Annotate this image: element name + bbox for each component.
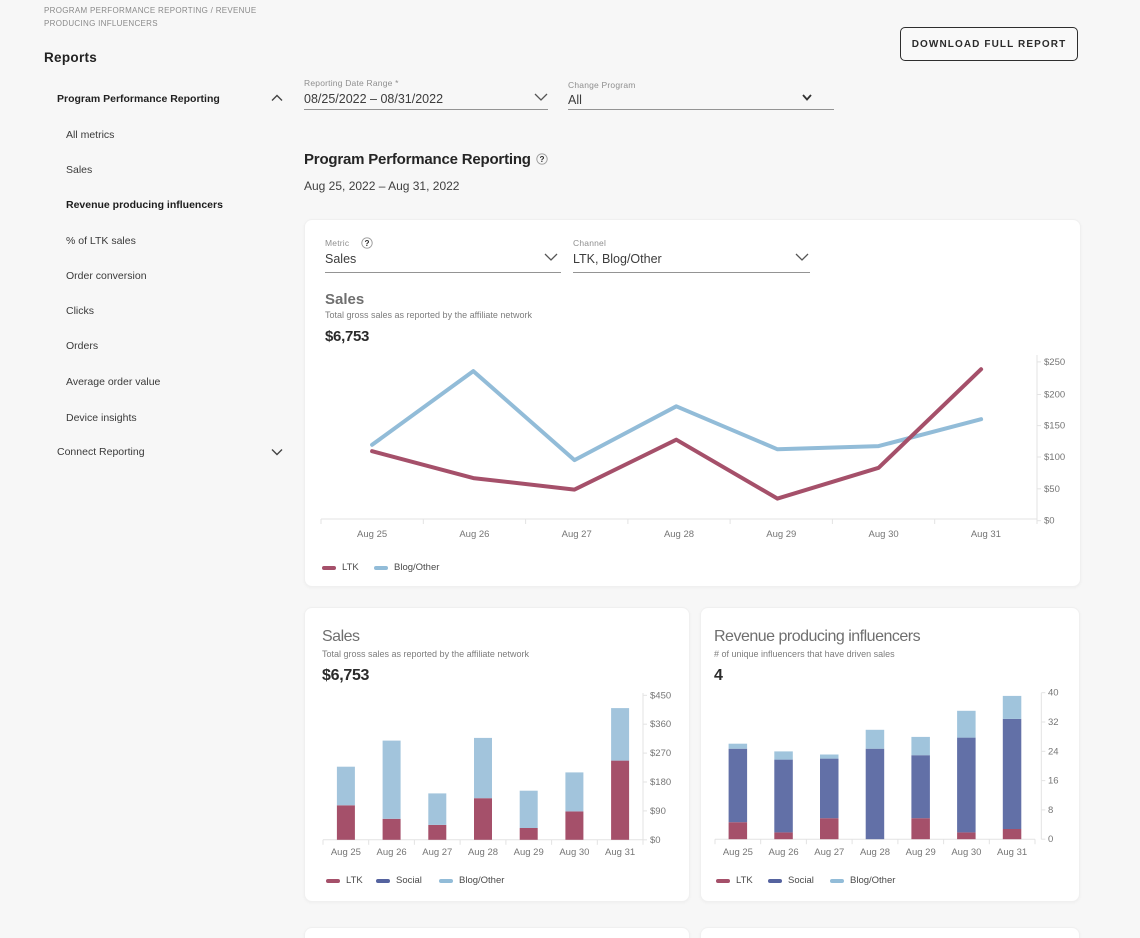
svg-text:Aug 27: Aug 27	[422, 847, 452, 858]
svg-text:Aug 30: Aug 30	[951, 847, 981, 858]
svg-text:Aug 30: Aug 30	[559, 847, 589, 858]
svg-text:Aug 26: Aug 26	[769, 847, 799, 858]
svg-text:$0: $0	[1044, 516, 1055, 527]
svg-text:$90: $90	[650, 806, 666, 817]
svg-text:$270: $270	[650, 748, 671, 759]
svg-text:?: ?	[364, 239, 369, 248]
svg-text:Aug 28: Aug 28	[468, 847, 498, 858]
svg-text:$0: $0	[650, 835, 661, 846]
svg-text:Aug 28: Aug 28	[664, 529, 694, 540]
svg-text:$450: $450	[650, 690, 671, 701]
svg-text:16: 16	[1048, 776, 1059, 787]
svg-text:Aug 31: Aug 31	[605, 847, 635, 858]
svg-text:32: 32	[1048, 717, 1059, 728]
svg-text:Aug 26: Aug 26	[377, 847, 407, 858]
svg-text:$100: $100	[1044, 452, 1065, 463]
svg-text:$50: $50	[1044, 484, 1060, 495]
svg-text:Aug 31: Aug 31	[971, 529, 1001, 540]
svg-text:Aug 25: Aug 25	[331, 847, 361, 858]
svg-text:Aug 30: Aug 30	[869, 529, 899, 540]
svg-text:$360: $360	[650, 719, 671, 730]
svg-text:$200: $200	[1044, 390, 1065, 401]
svg-text:24: 24	[1048, 746, 1059, 757]
svg-text:$180: $180	[650, 777, 671, 788]
svg-text:Aug 26: Aug 26	[459, 529, 489, 540]
svg-text:Aug 29: Aug 29	[906, 847, 936, 858]
svg-text:40: 40	[1048, 688, 1059, 699]
svg-text:Aug 27: Aug 27	[814, 847, 844, 858]
svg-text:?: ?	[539, 155, 544, 164]
svg-text:Aug 29: Aug 29	[514, 847, 544, 858]
svg-text:Aug 29: Aug 29	[766, 529, 796, 540]
svg-text:$150: $150	[1044, 421, 1065, 432]
svg-text:Aug 28: Aug 28	[860, 847, 890, 858]
svg-text:Aug 31: Aug 31	[997, 847, 1027, 858]
svg-text:8: 8	[1048, 805, 1053, 816]
svg-text:Aug 25: Aug 25	[357, 529, 387, 540]
svg-text:$250: $250	[1044, 357, 1065, 368]
svg-text:0: 0	[1048, 834, 1053, 845]
svg-text:Aug 27: Aug 27	[562, 529, 592, 540]
svg-text:Aug 25: Aug 25	[723, 847, 753, 858]
